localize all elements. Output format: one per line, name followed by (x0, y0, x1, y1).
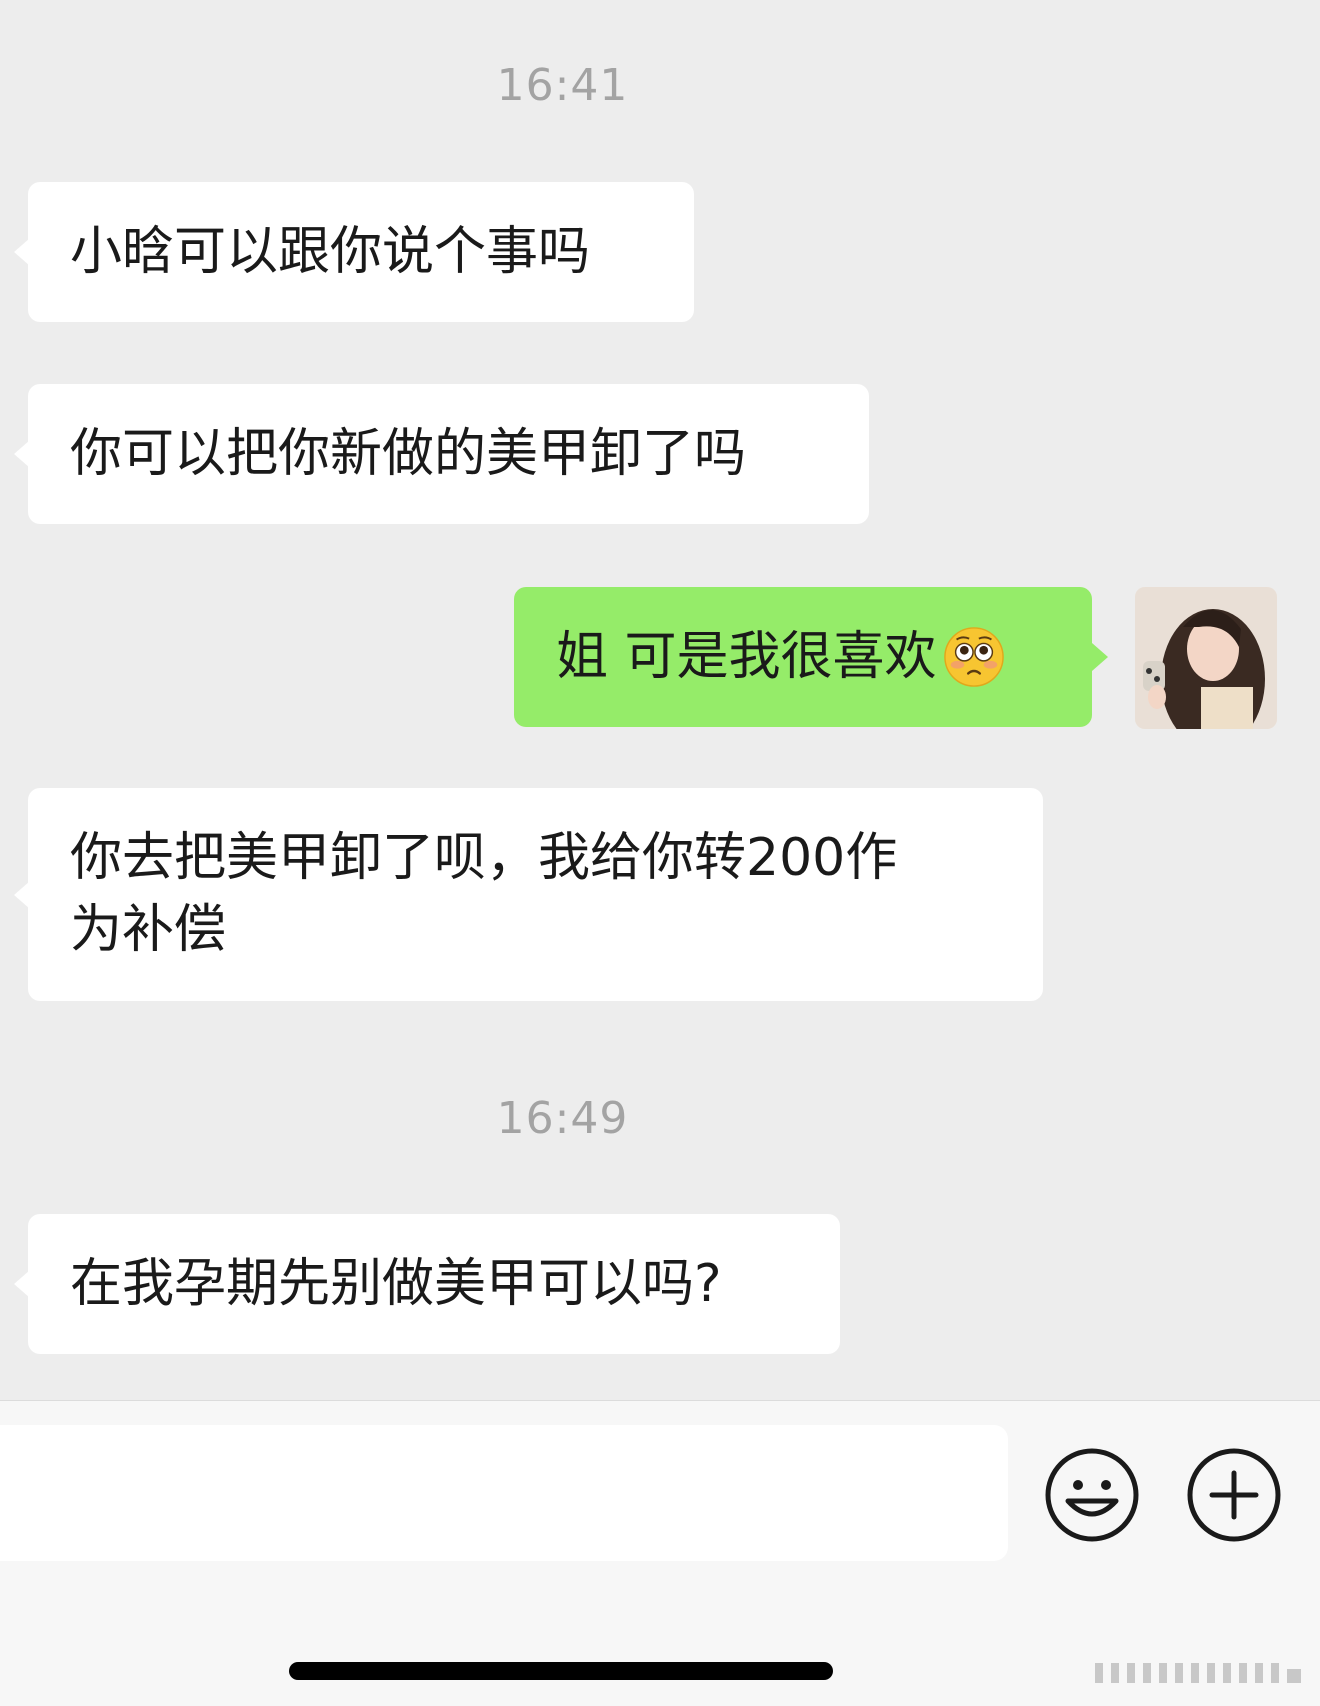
emoji-smile-icon (1045, 1448, 1139, 1542)
avatar[interactable] (1135, 587, 1277, 729)
message-input[interactable] (0, 1425, 1008, 1561)
chat-input-bar (0, 1400, 1320, 1706)
outgoing-message-bubble[interactable]: 姐 可是我很喜欢 (514, 587, 1108, 727)
timestamp: 16:49 (496, 1093, 629, 1144)
home-indicator (289, 1662, 833, 1680)
message-text: 姐 可是我很喜欢 (556, 627, 937, 687)
plus-circle-icon (1187, 1448, 1281, 1542)
message-text-line: 你去把美甲卸了呗，我给你转200作 (70, 828, 898, 888)
more-options-button[interactable] (1186, 1447, 1282, 1543)
watermark-logo (1095, 1663, 1301, 1683)
message-text: 你可以把你新做的美甲卸了吗 (70, 424, 747, 484)
incoming-message-bubble[interactable]: 在我孕期先别做美甲可以吗? (14, 1214, 840, 1354)
incoming-message-bubble[interactable]: 你去把美甲卸了呗，我给你转200作 为补偿 (14, 788, 1043, 1001)
timestamp: 16:41 (496, 60, 629, 111)
user-avatar-photo (1135, 587, 1277, 729)
message-text: 在我孕期先别做美甲可以吗? (70, 1254, 722, 1314)
message-text: 小晗可以跟你说个事吗 (70, 222, 591, 282)
incoming-message-bubble[interactable]: 你可以把你新做的美甲卸了吗 (14, 384, 869, 524)
incoming-message-bubble[interactable]: 小晗可以跟你说个事吗 (14, 182, 694, 322)
message-text-line: 为补偿 (70, 900, 227, 960)
emoji-button[interactable] (1044, 1447, 1140, 1543)
flushed-pleading-face-emoji (943, 627, 1004, 687)
